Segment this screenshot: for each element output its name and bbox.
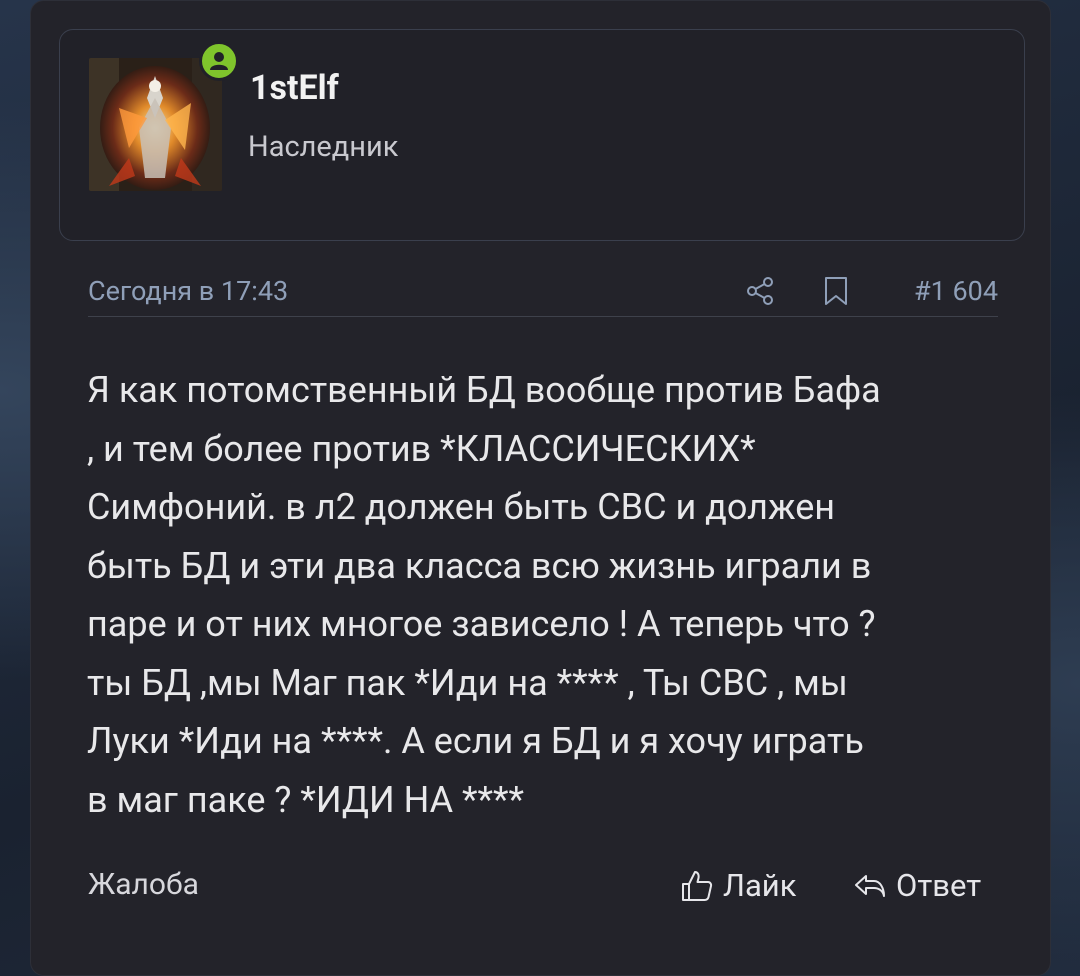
post-date[interactable]: Сегодня в 17:43 — [88, 275, 288, 307]
post-number[interactable]: #1 604 — [914, 275, 998, 307]
bookmark-icon[interactable] — [822, 275, 850, 307]
forum-post: 1stElf Наследник Сегодня в 17:43 #1 604 … — [30, 0, 1051, 976]
report-button[interactable]: Жалоба — [88, 867, 199, 902]
username[interactable]: 1stElf — [250, 68, 339, 108]
reply-button[interactable]: Ответ — [852, 867, 981, 904]
user-title: Наследник — [248, 130, 399, 164]
share-icon[interactable] — [744, 275, 776, 307]
post-footer: Жалоба Лайк Ответ — [88, 861, 998, 911]
like-label: Лайк — [723, 867, 797, 904]
user-online-icon — [199, 41, 239, 81]
post-message: Я как потомственный БД вообще против Баф… — [87, 369, 881, 821]
post-meta: Сегодня в 17:43 #1 604 — [88, 267, 998, 317]
like-button[interactable]: Лайк — [679, 867, 796, 904]
user-card: 1stElf Наследник — [59, 29, 1025, 241]
thumbs-up-icon — [682, 870, 713, 901]
avatar[interactable] — [89, 58, 222, 191]
reply-icon — [855, 874, 885, 897]
reply-label: Ответ — [896, 867, 982, 904]
